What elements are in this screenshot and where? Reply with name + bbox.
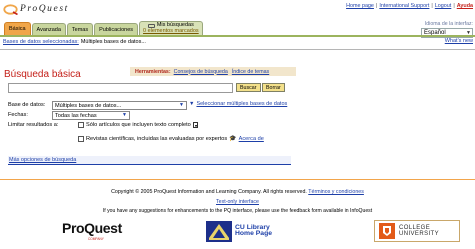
- help-link[interactable]: Ayuda: [457, 3, 473, 9]
- proquest-logo-text: ProQuest: [20, 4, 69, 14]
- limit-results-label: Limitar resultados a:: [8, 122, 59, 128]
- full-text-checkbox[interactable]: [78, 122, 84, 128]
- whats-new-link[interactable]: What's new: [445, 38, 473, 44]
- topics-index-link[interactable]: Índice de temas: [232, 69, 269, 75]
- chevron-down-icon: ▼: [189, 101, 195, 107]
- text-only-line: Text-only interface: [0, 199, 475, 205]
- full-text-label: Sólo artículos que incluyen texto comple…: [86, 122, 191, 128]
- top-links: Home page | International Support | Logout | A…: [346, 3, 473, 9]
- select-databases-row: ▼ Seleccionar múltiples bases de datos: [189, 101, 287, 107]
- language-label: Idioma de la interfaz:: [424, 21, 473, 27]
- footer-divider: [0, 179, 475, 180]
- separator: |: [375, 3, 378, 9]
- peer-reviewed-label: Revistas científicas, incluidas las eval…: [86, 135, 228, 142]
- dates-select[interactable]: Todas las fechas ▼: [52, 111, 130, 120]
- home-page-link[interactable]: Home page: [346, 3, 374, 9]
- peer-reviewed-option: Revistas científicas, incluidas las eval…: [78, 135, 264, 142]
- page-title: Búsqueda básica: [4, 69, 81, 80]
- cu-library-line2: Home Page: [235, 230, 273, 237]
- tab-avanzada[interactable]: Avanzada: [31, 23, 66, 35]
- college-university-logo[interactable]: COLLEGE UNIVERSITY: [374, 220, 460, 242]
- chevron-down-icon: ▼: [179, 102, 184, 108]
- search-tabs: Básica Avanzada Temas Publicaciones Mis …: [4, 21, 204, 35]
- copyright-line: Copyright © 2005 ProQuest Information an…: [0, 189, 475, 195]
- selected-databases-text: Múltiples bases de datos...: [80, 38, 146, 45]
- content-divider: [0, 49, 475, 50]
- clear-button[interactable]: Borrar: [262, 83, 285, 92]
- search-button[interactable]: Buscar: [236, 83, 261, 92]
- college-crest-icon: [379, 223, 395, 239]
- full-text-option: Sólo artículos que incluyen texto comple…: [78, 122, 198, 128]
- proquest-company-logo: Pro Quest COMPANY: [62, 220, 122, 242]
- copyright-text: Copyright © 2005 ProQuest Information an…: [111, 189, 307, 195]
- graduation-cap-icon: 🎓: [229, 136, 237, 142]
- tools-label: Herramientas:: [135, 68, 171, 75]
- tab-mis-busquedas[interactable]: Mis búsquedas 0 elementos marcados: [139, 21, 203, 35]
- proquest-swoosh-icon: [3, 3, 18, 15]
- databases-label: Base de datos:: [8, 102, 46, 108]
- cu-library-home-link[interactable]: CU Library Home Page: [206, 220, 272, 242]
- pq-logo-sub: COMPANY: [88, 237, 104, 241]
- text-only-interface-link[interactable]: Text-only interface: [216, 199, 259, 205]
- pq-logo-uest: uest: [94, 220, 123, 236]
- selected-databases-link[interactable]: Bases de datos seleccionadas:: [3, 39, 79, 45]
- terms-link[interactable]: Términos y condiciones: [308, 189, 364, 195]
- dates-select-value: Todas las fechas: [55, 112, 97, 119]
- folder-icon: [147, 23, 155, 28]
- about-link[interactable]: Acerca de: [239, 136, 264, 142]
- tools-bar: Herramientas: Consejos de búsqueda Índic…: [130, 67, 296, 76]
- selected-databases-line: Bases de datos seleccionadas: Múltiples …: [3, 37, 146, 46]
- databases-select-value: Múltiples bases de datos...: [55, 102, 122, 109]
- separator: |: [453, 3, 455, 9]
- select-multiple-databases-link[interactable]: Seleccionar múltiples bases de datos: [196, 101, 287, 107]
- marked-items-link[interactable]: 0 elementos marcados: [143, 28, 199, 35]
- search-tips-link[interactable]: Consejos de búsqueda: [174, 69, 228, 75]
- separator: |: [431, 3, 433, 9]
- chevron-down-icon: ▼: [122, 112, 127, 118]
- college-line2: UNIVERSITY: [399, 231, 440, 237]
- more-options-bar: Más opciones de búsqueda: [8, 156, 291, 165]
- tab-temas[interactable]: Temas: [66, 23, 94, 35]
- more-search-options-link[interactable]: Más opciones de búsqueda: [9, 157, 76, 163]
- pq-logo-q: Q: [84, 220, 95, 236]
- logout-link[interactable]: Logout: [435, 3, 452, 9]
- search-input[interactable]: [8, 83, 233, 93]
- dates-label: Fechas:: [8, 112, 28, 118]
- document-icon: [192, 122, 198, 128]
- tab-publicaciones[interactable]: Publicaciones: [94, 23, 139, 35]
- international-support-link[interactable]: International Support: [379, 3, 429, 9]
- peer-reviewed-checkbox[interactable]: [78, 135, 84, 142]
- databases-select[interactable]: Múltiples bases de datos... ▼: [52, 101, 187, 110]
- pq-logo-pro: Pro: [62, 220, 85, 236]
- feedback-text: If you have any suggestions for enhancem…: [102, 208, 373, 214]
- cu-library-emblem-icon: [206, 220, 232, 242]
- proquest-logo: ProQuest: [3, 2, 69, 16]
- tab-basica[interactable]: Básica: [4, 22, 31, 35]
